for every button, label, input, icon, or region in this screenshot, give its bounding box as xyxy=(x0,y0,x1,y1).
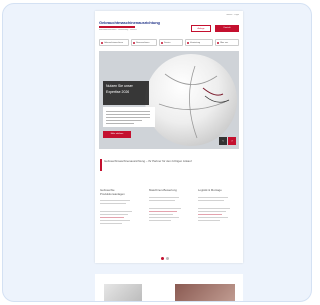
website-preview-lower xyxy=(95,274,243,301)
ball-seams-icon xyxy=(158,65,230,139)
text-line xyxy=(100,214,128,216)
text-line xyxy=(149,213,173,215)
text-line xyxy=(198,196,228,198)
text-line xyxy=(106,117,150,118)
bullet-icon xyxy=(133,42,135,44)
feature-column: Logistik & Montage xyxy=(198,189,238,221)
bullet-icon xyxy=(101,42,103,44)
intro-heading: Gebrauchtmaschinenausrichtung – Ihr Part… xyxy=(104,159,192,163)
bullet-icon xyxy=(187,42,189,44)
nav-item-ueber-uns[interactable]: Über uns xyxy=(215,39,239,46)
feature-title: Logistik & Montage xyxy=(198,189,222,192)
main-navigation: Gebrauchtmaschinen Neumaschinen Service … xyxy=(99,39,239,46)
link-line[interactable] xyxy=(198,213,222,215)
text-line xyxy=(149,216,179,218)
text-line xyxy=(198,216,228,218)
hero-banner: Nutzen Sie unser Expertise 2026 Mehr erf… xyxy=(99,51,239,149)
text-line xyxy=(198,207,230,209)
text-line xyxy=(198,219,220,221)
link-line[interactable] xyxy=(100,217,124,219)
text-line xyxy=(106,111,150,112)
nav-item-gebrauchtmaschinen[interactable]: Gebrauchtmaschinen xyxy=(99,39,129,46)
feature-column: Gebrauchte Produktionsanlagen xyxy=(100,189,140,225)
hero-headline-line2: Expertise 2026 xyxy=(106,90,130,94)
text-line xyxy=(100,223,122,225)
hero-headline-box: Nutzen Sie unser Expertise 2026 xyxy=(103,81,149,105)
text-line xyxy=(106,120,142,121)
next-slide-button[interactable]: › xyxy=(228,137,236,145)
text-line xyxy=(149,199,175,201)
bullet-icon xyxy=(161,42,163,44)
thumbnail-image[interactable] xyxy=(104,284,142,301)
link-line[interactable] xyxy=(149,210,177,212)
text-line xyxy=(149,219,171,221)
logo-underline xyxy=(99,26,135,28)
thumbnail-image[interactable] xyxy=(175,284,235,301)
text-line xyxy=(149,196,179,198)
top-links[interactable]: Kontakt · Login xyxy=(226,14,239,16)
text-line xyxy=(100,200,130,202)
text-line xyxy=(106,114,150,115)
carousel-dot-active[interactable] xyxy=(161,257,164,260)
hero-headline-line1: Nutzen Sie unser xyxy=(106,84,133,88)
preview-card: Kontakt · Login Gebrauchtmaschinenausric… xyxy=(2,3,312,302)
nav-item-service[interactable]: Service xyxy=(159,39,183,46)
hero-image xyxy=(145,54,237,146)
text-line xyxy=(100,211,132,213)
intro-accent-bar xyxy=(100,159,102,171)
bullet-icon xyxy=(217,42,219,44)
logo-tagline: Industriemaschinen · Vermietung · Servic… xyxy=(99,29,137,31)
feature-title: Maschinen-Bewertung xyxy=(149,189,177,192)
hero-text-box xyxy=(103,107,155,127)
site-logo[interactable]: Gebrauchtmaschinenausrichtung xyxy=(99,20,160,25)
text-line xyxy=(198,210,226,212)
text-line xyxy=(149,207,181,209)
text-line xyxy=(106,123,134,124)
feature-title: Gebrauchte Produktionsanlagen xyxy=(100,189,125,196)
text-line xyxy=(198,199,224,201)
website-preview: Kontakt · Login Gebrauchtmaschinenausric… xyxy=(95,11,243,263)
contact-button[interactable]: Kontakt xyxy=(215,25,239,32)
nav-item-vermietung[interactable]: Vermietung xyxy=(185,39,213,46)
text-line xyxy=(100,203,126,205)
text-line xyxy=(100,220,130,222)
nav-item-neumaschinen[interactable]: Neumaschinen xyxy=(131,39,157,46)
carousel-dot[interactable] xyxy=(166,257,169,260)
anfrage-button[interactable]: Anfrage xyxy=(191,25,211,32)
hero-cta-button[interactable]: Mehr erfahren xyxy=(103,131,131,138)
feature-column: Maschinen-Bewertung xyxy=(149,189,189,221)
prev-slide-button[interactable]: ‹ xyxy=(219,137,227,145)
